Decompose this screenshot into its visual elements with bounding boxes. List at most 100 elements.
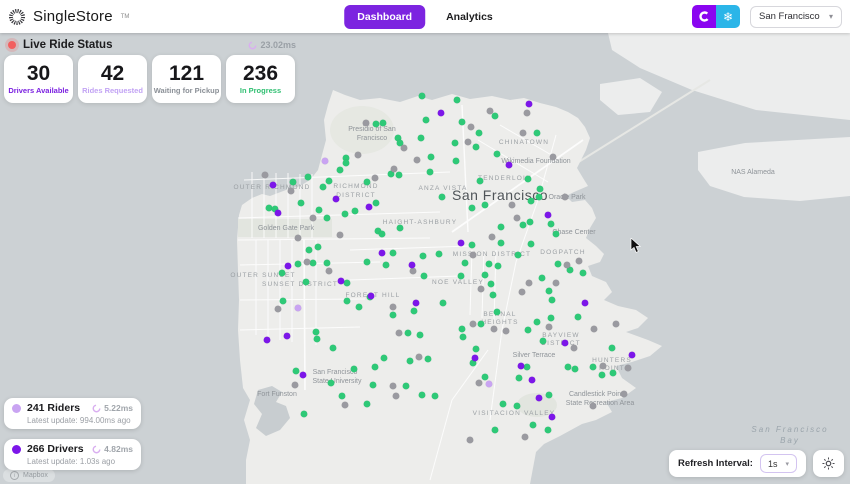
ride-in-progress-dot[interactable] xyxy=(342,159,350,167)
ride-in-progress-dot[interactable] xyxy=(476,177,484,185)
ride-in-progress-dot[interactable] xyxy=(461,259,469,267)
ride-in-progress-dot[interactable] xyxy=(574,313,582,321)
ride-in-progress-dot[interactable] xyxy=(363,178,371,186)
waiting-pickup-dot[interactable] xyxy=(294,234,302,242)
ride-in-progress-dot[interactable] xyxy=(265,204,273,212)
ride-in-progress-dot[interactable] xyxy=(363,400,371,408)
ride-in-progress-dot[interactable] xyxy=(513,402,521,410)
ride-in-progress-dot[interactable] xyxy=(418,391,426,399)
ride-in-progress-dot[interactable] xyxy=(402,382,410,390)
waiting-pickup-dot[interactable] xyxy=(309,214,317,222)
ride-in-progress-dot[interactable] xyxy=(491,426,499,434)
ride-in-progress-dot[interactable] xyxy=(404,329,412,337)
ride-in-progress-dot[interactable] xyxy=(417,134,425,142)
ride-in-progress-dot[interactable] xyxy=(493,150,501,158)
tab-dashboard[interactable]: Dashboard xyxy=(344,4,426,29)
ride-in-progress-dot[interactable] xyxy=(477,320,485,328)
waiting-pickup-dot[interactable] xyxy=(599,362,607,370)
ride-in-progress-dot[interactable] xyxy=(481,271,489,279)
waiting-pickup-dot[interactable] xyxy=(390,165,398,173)
ride-in-progress-dot[interactable] xyxy=(406,357,414,365)
waiting-pickup-dot[interactable] xyxy=(519,129,527,137)
tab-analytics[interactable]: Analytics xyxy=(433,5,506,29)
driver-dot[interactable] xyxy=(628,351,636,359)
ride-in-progress-dot[interactable] xyxy=(608,344,616,352)
ride-in-progress-dot[interactable] xyxy=(355,303,363,311)
waiting-pickup-dot[interactable] xyxy=(261,171,269,179)
rider-dot[interactable] xyxy=(294,304,302,312)
ride-in-progress-dot[interactable] xyxy=(538,274,546,282)
waiting-pickup-dot[interactable] xyxy=(467,123,475,131)
ride-in-progress-dot[interactable] xyxy=(458,118,466,126)
ride-in-progress-dot[interactable] xyxy=(351,207,359,215)
driver-dot[interactable] xyxy=(561,339,569,347)
driver-dot[interactable] xyxy=(365,203,373,211)
waiting-pickup-dot[interactable] xyxy=(464,138,472,146)
waiting-pickup-dot[interactable] xyxy=(287,187,295,195)
ride-in-progress-dot[interactable] xyxy=(372,199,380,207)
waiting-pickup-dot[interactable] xyxy=(575,257,583,265)
waiting-pickup-dot[interactable] xyxy=(371,174,379,182)
ride-in-progress-dot[interactable] xyxy=(292,367,300,375)
waiting-pickup-dot[interactable] xyxy=(362,119,370,127)
waiting-pickup-dot[interactable] xyxy=(274,305,282,313)
ride-in-progress-dot[interactable] xyxy=(472,345,480,353)
waiting-pickup-dot[interactable] xyxy=(521,433,529,441)
ride-in-progress-dot[interactable] xyxy=(485,260,493,268)
driver-dot[interactable] xyxy=(283,332,291,340)
ride-in-progress-dot[interactable] xyxy=(338,392,346,400)
waiting-pickup-dot[interactable] xyxy=(508,201,516,209)
waiting-pickup-dot[interactable] xyxy=(513,214,521,222)
ride-in-progress-dot[interactable] xyxy=(545,287,553,295)
driver-dot[interactable] xyxy=(367,292,375,300)
waiting-pickup-dot[interactable] xyxy=(624,364,632,372)
waiting-pickup-dot[interactable] xyxy=(389,382,397,390)
ride-in-progress-dot[interactable] xyxy=(494,262,502,270)
waiting-pickup-dot[interactable] xyxy=(589,402,597,410)
ride-in-progress-dot[interactable] xyxy=(515,374,523,382)
ride-in-progress-dot[interactable] xyxy=(545,391,553,399)
ride-in-progress-dot[interactable] xyxy=(547,314,555,322)
ride-in-progress-dot[interactable] xyxy=(524,175,532,183)
ride-in-progress-dot[interactable] xyxy=(497,239,505,247)
ride-in-progress-dot[interactable] xyxy=(369,381,377,389)
ride-in-progress-dot[interactable] xyxy=(420,272,428,280)
waiting-pickup-dot[interactable] xyxy=(488,233,496,241)
waiting-pickup-dot[interactable] xyxy=(415,353,423,361)
ride-in-progress-dot[interactable] xyxy=(380,354,388,362)
driver-dot[interactable] xyxy=(412,299,420,307)
city-select[interactable]: San Francisco ▾ xyxy=(750,5,842,28)
ride-in-progress-dot[interactable] xyxy=(571,365,579,373)
ride-in-progress-dot[interactable] xyxy=(554,260,562,268)
ride-in-progress-dot[interactable] xyxy=(579,269,587,277)
ride-in-progress-dot[interactable] xyxy=(527,197,535,205)
ride-in-progress-dot[interactable] xyxy=(539,337,547,345)
ride-in-progress-dot[interactable] xyxy=(304,173,312,181)
ride-in-progress-dot[interactable] xyxy=(350,365,358,373)
driver-dot[interactable] xyxy=(274,209,282,217)
ride-in-progress-dot[interactable] xyxy=(453,96,461,104)
ride-in-progress-dot[interactable] xyxy=(336,166,344,174)
waiting-pickup-dot[interactable] xyxy=(400,144,408,152)
waiting-pickup-dot[interactable] xyxy=(561,193,569,201)
waiting-pickup-dot[interactable] xyxy=(545,323,553,331)
ride-in-progress-dot[interactable] xyxy=(527,240,535,248)
ride-in-progress-dot[interactable] xyxy=(289,178,297,186)
waiting-pickup-dot[interactable] xyxy=(325,267,333,275)
ride-in-progress-dot[interactable] xyxy=(435,250,443,258)
waiting-pickup-dot[interactable] xyxy=(549,153,557,161)
ride-in-progress-dot[interactable] xyxy=(323,214,331,222)
ride-in-progress-dot[interactable] xyxy=(609,369,617,377)
ride-in-progress-dot[interactable] xyxy=(389,311,397,319)
ride-in-progress-dot[interactable] xyxy=(323,259,331,267)
ride-in-progress-dot[interactable] xyxy=(487,280,495,288)
ride-in-progress-dot[interactable] xyxy=(314,243,322,251)
snowflake-toggle-button[interactable]: ❄ xyxy=(716,5,740,28)
ride-in-progress-dot[interactable] xyxy=(395,171,403,179)
ride-in-progress-dot[interactable] xyxy=(313,335,321,343)
waiting-pickup-dot[interactable] xyxy=(486,107,494,115)
ride-in-progress-dot[interactable] xyxy=(396,224,404,232)
ride-in-progress-dot[interactable] xyxy=(379,119,387,127)
ride-in-progress-dot[interactable] xyxy=(309,259,317,267)
ride-in-progress-dot[interactable] xyxy=(459,333,467,341)
